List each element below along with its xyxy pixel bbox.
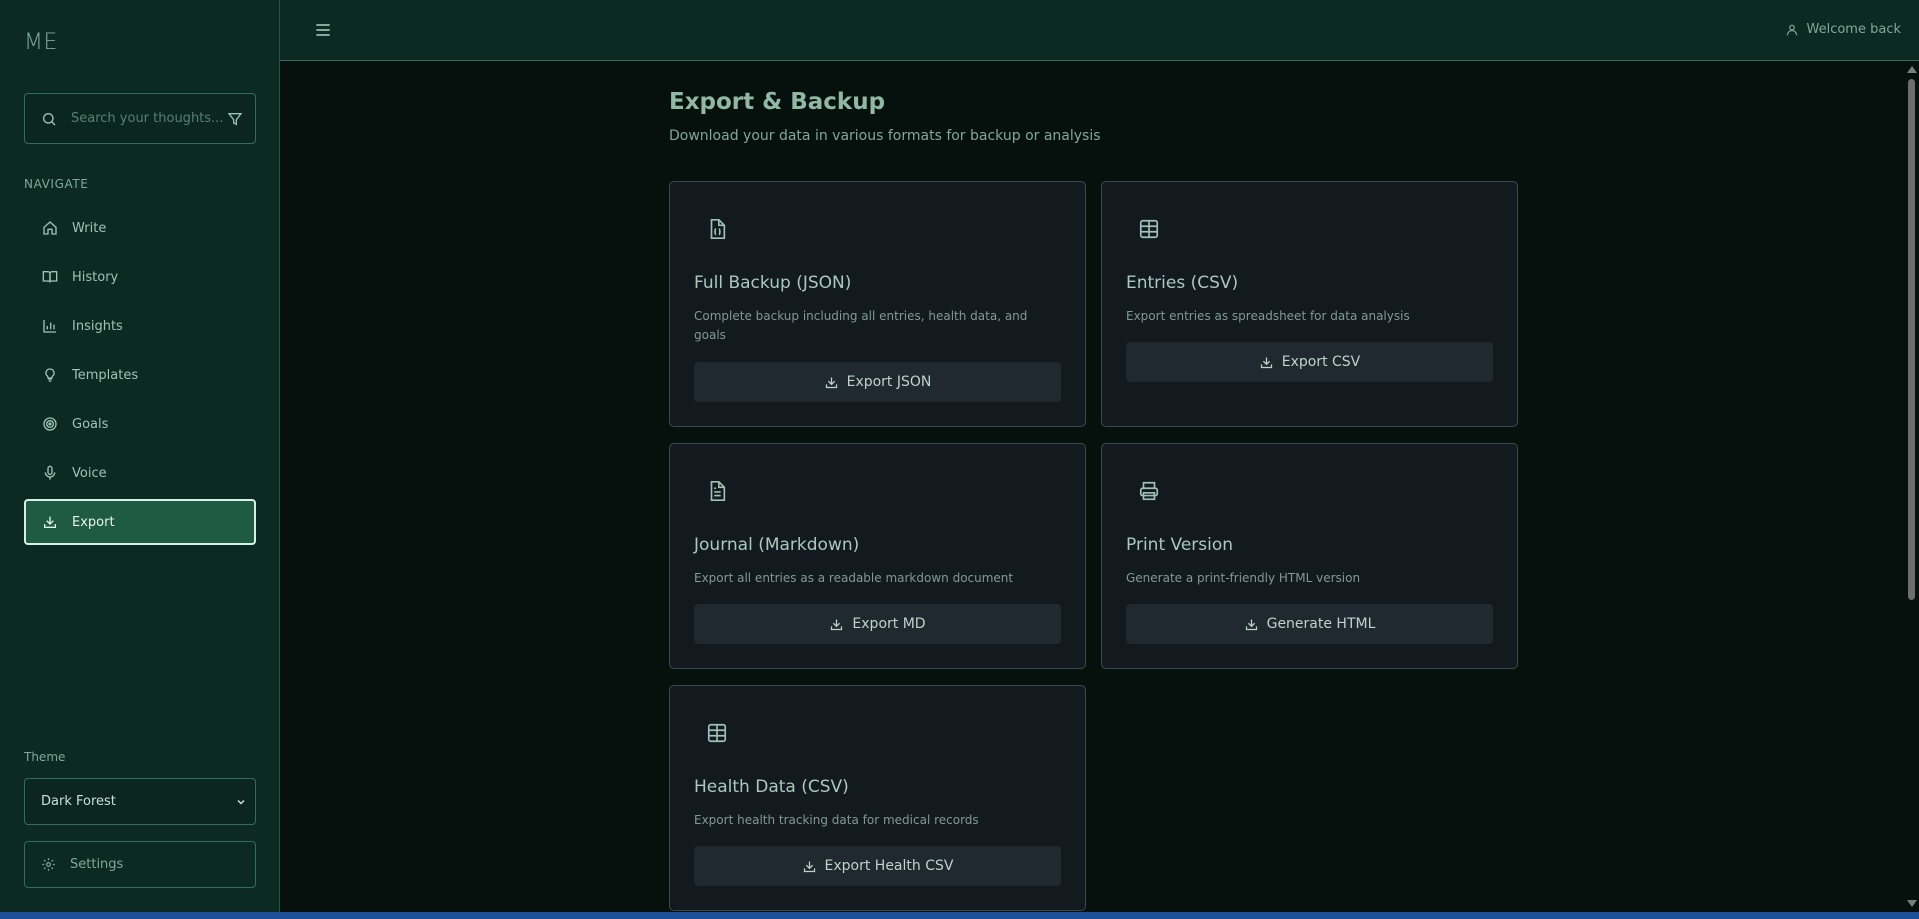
export-card-print: Print Version Generate a print-friendly …: [1101, 443, 1518, 669]
button-label: Export CSV: [1281, 354, 1361, 370]
card-description: Export all entries as a readable markdow…: [694, 571, 1014, 585]
sidebar: ME NAVIGATE Write History Insights Templ: [0, 0, 280, 912]
export-csv-button[interactable]: Export CSV: [1126, 342, 1493, 382]
printer-icon: [1139, 481, 1159, 501]
export-card-markdown: Journal (Markdown) Export all entries as…: [669, 443, 1086, 669]
bar-chart-icon: [43, 320, 56, 333]
settings-button[interactable]: Settings: [24, 841, 256, 888]
page-subtitle: Download your data in various formats fo…: [669, 128, 1101, 144]
theme-label: Theme: [24, 750, 66, 764]
welcome-text: Welcome back: [1806, 22, 1902, 37]
sidebar-item-insights[interactable]: Insights: [24, 303, 256, 349]
card-description: Export entries as spreadsheet for data a…: [1126, 309, 1410, 323]
sidebar-item-history[interactable]: History: [24, 254, 256, 300]
file-json-icon: [710, 219, 726, 239]
theme-selected-value: Dark Forest: [41, 794, 116, 809]
sidebar-item-templates[interactable]: Templates: [24, 352, 256, 398]
download-icon: [831, 619, 843, 630]
table-icon: [707, 723, 727, 743]
card-title: Print Version: [1126, 535, 1234, 555]
download-icon: [825, 377, 837, 388]
sidebar-item-label: Write: [72, 220, 107, 236]
sidebar-item-label: Export: [72, 514, 115, 530]
app-window: ME NAVIGATE Write History Insights Templ: [0, 0, 1919, 919]
download-icon: [1245, 619, 1257, 630]
download-icon: [803, 861, 815, 872]
search-icon: [43, 112, 56, 125]
button-label: Generate HTML: [1266, 616, 1376, 632]
card-title: Full Backup (JSON): [694, 273, 852, 293]
card-title: Entries (CSV): [1126, 273, 1239, 293]
card-title: Health Data (CSV): [694, 777, 849, 797]
lightbulb-icon: [45, 368, 55, 382]
scroll-up-arrow-icon[interactable]: [1907, 66, 1917, 73]
sidebar-item-write[interactable]: Write: [24, 205, 256, 251]
page-title: Export & Backup: [669, 89, 886, 115]
target-icon: [43, 417, 57, 431]
file-text-icon: [710, 481, 726, 501]
search-box: [24, 93, 256, 144]
user-icon: [1786, 24, 1797, 35]
scrollbar-thumb[interactable]: [1908, 79, 1915, 600]
export-card-csv: Entries (CSV) Export entries as spreadsh…: [1101, 181, 1518, 427]
home-icon: [43, 221, 57, 235]
button-label: Export JSON: [846, 374, 932, 390]
settings-label: Settings: [70, 857, 124, 872]
user-welcome[interactable]: Welcome back: [1785, 22, 1902, 37]
sidebar-item-export[interactable]: Export: [24, 499, 256, 545]
card-description: Complete backup including all entries, h…: [694, 309, 1028, 342]
gear-icon: [42, 858, 55, 871]
download-icon: [1260, 357, 1272, 368]
top-header: Welcome back: [280, 0, 1919, 61]
chevron-down-icon: [237, 799, 245, 805]
app-logo: ME: [24, 30, 58, 55]
sidebar-item-label: Templates: [72, 367, 139, 383]
table-icon: [1139, 219, 1159, 239]
sidebar-item-label: History: [72, 269, 119, 285]
export-card-health: Health Data (CSV) Export health tracking…: [669, 685, 1086, 911]
button-label: Export MD: [852, 616, 926, 632]
export-health-csv-button[interactable]: Export Health CSV: [694, 846, 1061, 886]
main-scrollbar[interactable]: [1904, 61, 1919, 912]
download-icon: [44, 516, 56, 528]
export-json-button[interactable]: Export JSON: [694, 362, 1061, 402]
button-label: Export Health CSV: [824, 858, 954, 874]
card-description: Export health tracking data for medical …: [694, 813, 979, 827]
card-title: Journal (Markdown): [694, 535, 860, 555]
sidebar-nav: Write History Insights Templates Goals V…: [24, 205, 256, 548]
sidebar-item-label: Voice: [72, 465, 107, 481]
nav-heading: NAVIGATE: [24, 177, 89, 191]
export-card-json: Full Backup (JSON) Complete backup inclu…: [669, 181, 1086, 427]
sidebar-item-voice[interactable]: Voice: [24, 450, 256, 496]
export-md-button[interactable]: Export MD: [694, 604, 1061, 644]
search-input[interactable]: [71, 111, 227, 126]
theme-select[interactable]: Dark Forest: [24, 778, 256, 825]
filter-icon[interactable]: [227, 111, 243, 127]
book-icon: [42, 271, 58, 283]
sidebar-item-label: Goals: [72, 416, 109, 432]
scroll-down-arrow-icon[interactable]: [1907, 900, 1917, 907]
sidebar-item-label: Insights: [72, 318, 123, 334]
hamburger-menu-icon[interactable]: [313, 20, 333, 40]
microphone-icon: [44, 465, 56, 480]
generate-html-button[interactable]: Generate HTML: [1126, 604, 1493, 644]
card-description: Generate a print-friendly HTML version: [1126, 571, 1361, 585]
sidebar-item-goals[interactable]: Goals: [24, 401, 256, 447]
os-taskbar: [0, 912, 1919, 919]
main-content: Export & Backup Download your data in va…: [280, 61, 1904, 912]
